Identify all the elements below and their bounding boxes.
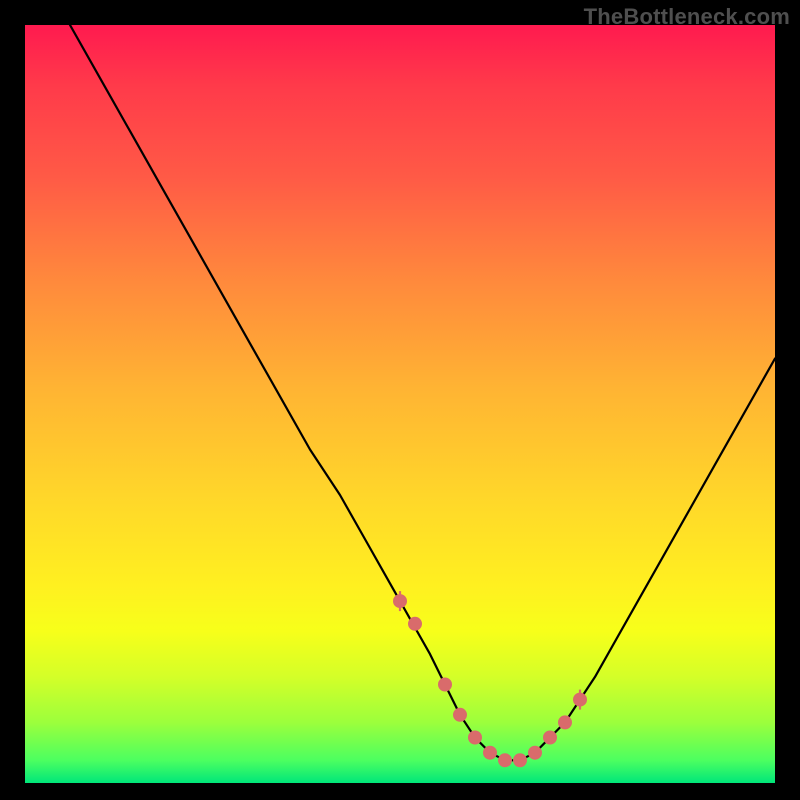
marker-point <box>454 708 467 721</box>
plot-area <box>25 25 775 783</box>
marker-point <box>499 754 512 767</box>
chart-svg <box>25 25 775 783</box>
marker-point <box>544 731 557 744</box>
bottleneck-curve <box>70 25 775 760</box>
marker-point <box>529 746 542 759</box>
marker-group <box>394 595 587 767</box>
marker-point <box>439 678 452 691</box>
marker-point <box>469 731 482 744</box>
marker-point <box>484 746 497 759</box>
watermark-text: TheBottleneck.com <box>584 4 790 30</box>
marker-point <box>514 754 527 767</box>
marker-point <box>409 617 422 630</box>
marker-point <box>559 716 572 729</box>
